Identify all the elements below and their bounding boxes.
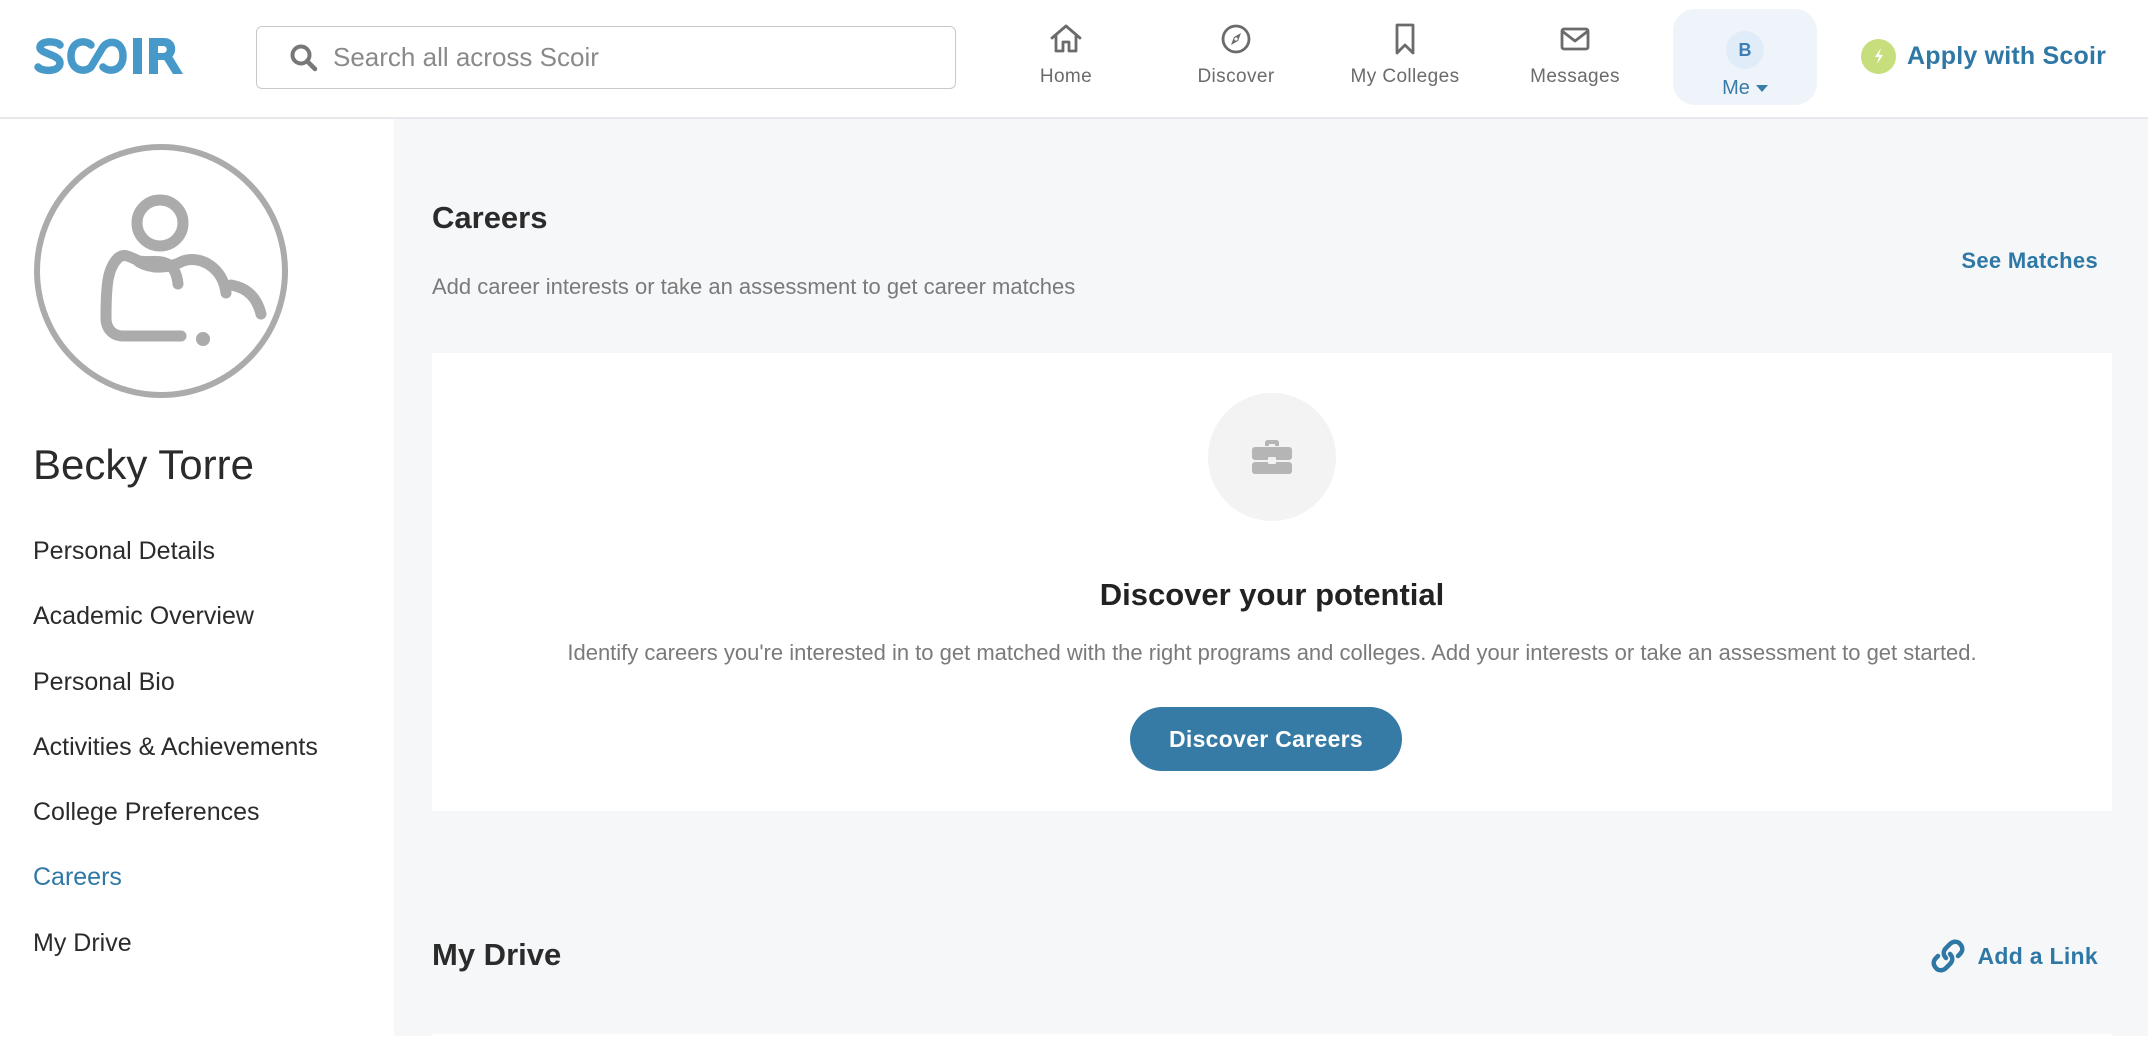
me-menu-button[interactable]: B Me: [1673, 9, 1817, 105]
apply-with-scoir-link[interactable]: Apply with Scoir: [1861, 38, 2106, 74]
nav-my-colleges-label: My Colleges: [1350, 66, 1460, 87]
briefcase-icon-badge: [1208, 393, 1336, 521]
home-icon: [1049, 22, 1083, 56]
discover-careers-button[interactable]: Discover Careers: [1130, 707, 1402, 771]
add-a-link-label: Add a Link: [1977, 942, 2098, 969]
sidebar-item-my-drive[interactable]: My Drive: [33, 923, 318, 988]
profile-name: Becky Torre: [33, 441, 254, 488]
bookmark-icon: [1388, 22, 1422, 56]
compass-icon: [1219, 22, 1253, 56]
sidebar-item-college-preferences[interactable]: College Preferences: [33, 792, 318, 857]
careers-subtitle: Add career interests or take an assessme…: [432, 274, 1076, 299]
global-search[interactable]: [256, 26, 956, 89]
link-icon: [1931, 939, 1965, 973]
sidebar-item-personal-bio[interactable]: Personal Bio: [33, 662, 318, 727]
search-input[interactable]: [333, 42, 933, 73]
briefcase-icon: [1252, 440, 1292, 474]
apply-label: Apply with Scoir: [1907, 41, 2107, 70]
careers-empty-state-card: Discover your potential Identify careers…: [432, 353, 2112, 811]
sidebar-item-personal-details[interactable]: Personal Details: [33, 531, 318, 596]
sidebar-item-careers[interactable]: Careers: [33, 857, 318, 922]
sidebar-item-activities-achievements[interactable]: Activities & Achievements: [33, 727, 318, 792]
profile-sidebar: Becky Torre Personal Details Academic Ov…: [0, 119, 394, 1036]
caret-down-icon: [1755, 85, 1768, 92]
me-label-text: Me: [1722, 77, 1750, 99]
sidebar-item-academic-overview[interactable]: Academic Overview: [33, 596, 318, 661]
empty-state-description: Identify careers you're interested in to…: [567, 640, 1977, 665]
nav-home[interactable]: Home: [986, 22, 1146, 102]
see-matches-link[interactable]: See Matches: [1961, 248, 2098, 274]
nav-discover-label: Discover: [1197, 66, 1275, 87]
search-icon: [289, 43, 319, 73]
nav-my-colleges[interactable]: My Colleges: [1325, 22, 1485, 102]
main-content: Careers Add career interests or take an …: [394, 119, 2148, 1044]
envelope-icon: [1558, 22, 1592, 56]
my-drive-title: My Drive: [432, 937, 562, 972]
nav-discover[interactable]: Discover: [1156, 22, 1316, 102]
nav-messages-label: Messages: [1530, 66, 1620, 87]
careers-title: Careers: [432, 200, 548, 235]
me-label: Me: [1722, 77, 1768, 100]
nav-home-label: Home: [1039, 66, 1093, 87]
top-header: Home Discover My Colleges Messages: [0, 0, 2148, 119]
profile-section-nav: Personal Details Academic Overview Perso…: [33, 531, 318, 988]
add-a-link-button[interactable]: Add a Link: [1931, 939, 2098, 973]
lightning-icon: [1861, 38, 1896, 74]
scoir-logo-icon: [34, 38, 183, 75]
empty-state-heading: Discover your potential: [1099, 577, 1445, 612]
user-avatar-initial: B: [1726, 31, 1764, 69]
scoir-logo[interactable]: [33, 32, 195, 80]
profile-avatar[interactable]: [33, 143, 289, 399]
nav-messages[interactable]: Messages: [1495, 22, 1655, 102]
user-placeholder-icon: [34, 144, 288, 398]
